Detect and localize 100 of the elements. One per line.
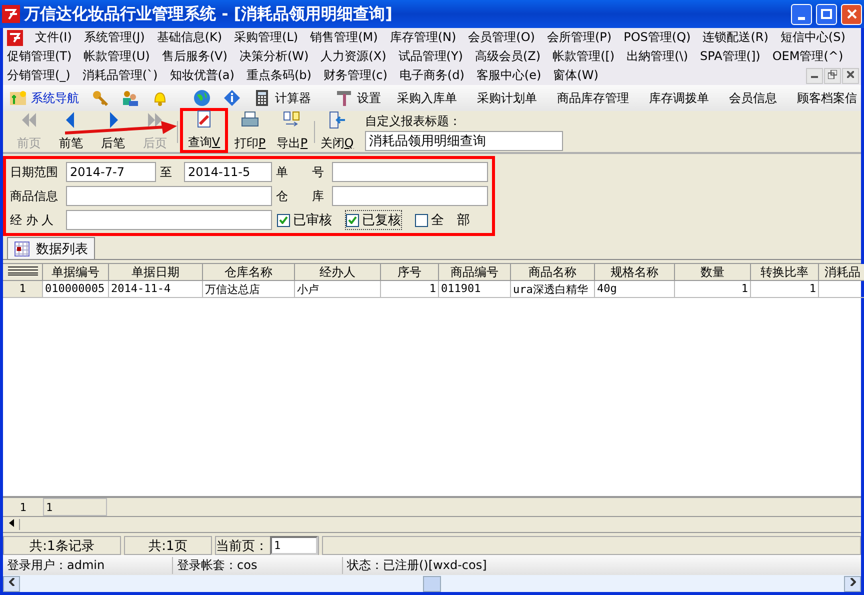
menu-item[interactable]: 帐款管理(U) xyxy=(84,48,150,65)
double-arrow-left-icon xyxy=(20,111,38,129)
menu-item[interactable]: 客服中心(e) xyxy=(476,67,542,84)
toolbar-button[interactable]: 打印P xyxy=(230,110,270,153)
menu-item[interactable]: 窗体(W) xyxy=(553,67,598,84)
checkbox[interactable] xyxy=(277,214,290,226)
field-label: 至 xyxy=(160,164,173,180)
toolbar-button[interactable]: 设置 xyxy=(335,89,381,107)
hammer-icon xyxy=(335,89,353,107)
menu-item[interactable]: SPA管理(]) xyxy=(700,48,760,65)
checkbox-label: 全 部 xyxy=(431,212,470,229)
table-cell: 2014-11-4 xyxy=(109,281,203,298)
toolbar-button[interactable]: 采购入库单 xyxy=(393,90,461,106)
globe-icon xyxy=(193,89,211,107)
close-button[interactable] xyxy=(842,68,859,84)
table-cell: 小卢 xyxy=(295,281,381,298)
column-header: 数量 xyxy=(675,264,751,281)
toolbar-button[interactable]: 计算器 xyxy=(253,89,311,107)
report-title-field[interactable]: 消耗品领用明细查询 xyxy=(365,130,563,150)
checkbox[interactable] xyxy=(346,214,359,226)
menu-item[interactable]: 连锁配送(R) xyxy=(702,29,768,46)
input-field[interactable]: 2014-11-5 xyxy=(184,162,272,182)
menu-item[interactable]: 高级会员(Z) xyxy=(474,48,541,65)
column-header: 转换比率 xyxy=(751,264,819,281)
toolbar-button[interactable]: 会员信息 xyxy=(725,90,781,106)
menu-item[interactable]: 系统管理(J) xyxy=(84,29,145,46)
checkbox[interactable] xyxy=(415,214,428,226)
logo-icon xyxy=(2,5,20,23)
field-label: 商品信息 xyxy=(10,188,59,204)
chevron-left-icon xyxy=(8,578,14,586)
toolbar-button[interactable]: 查询V xyxy=(184,109,224,152)
current-page-field[interactable]: 1 xyxy=(270,536,318,555)
menu-item[interactable]: 财务管理(c) xyxy=(323,67,388,84)
toolbar-button[interactable]: 后笔 xyxy=(93,110,133,153)
field-label: 日期范围 xyxy=(10,164,59,180)
menu-item[interactable]: 会员管理(O) xyxy=(468,29,535,46)
menu-item[interactable]: 分销管理(_) xyxy=(7,67,70,84)
field-label: 单 号 xyxy=(276,164,325,180)
scroll-left-button[interactable] xyxy=(3,576,20,592)
toolbar-button[interactable]: 库存调拨单 xyxy=(645,90,713,106)
tab[interactable]: 数据列表 xyxy=(7,237,95,259)
double-arrow-right-icon xyxy=(146,111,164,129)
menu-item[interactable]: 采购管理(L) xyxy=(234,29,298,46)
key-icon xyxy=(91,89,109,107)
status-text: 登录用户：admin xyxy=(3,556,173,574)
menu-item[interactable]: 销售管理(M) xyxy=(310,29,378,46)
scroll-right-button[interactable] xyxy=(844,576,861,592)
input-field[interactable] xyxy=(332,186,488,206)
input-field[interactable]: 2014-7-7 xyxy=(66,162,156,182)
info-button[interactable] xyxy=(223,89,241,107)
maximize-button[interactable] xyxy=(816,4,837,24)
column-header: 序号 xyxy=(381,264,439,281)
toolbar-button[interactable]: 前笔 xyxy=(51,110,91,153)
column-header: 商品名称 xyxy=(511,264,595,281)
menu-item[interactable]: OEM管理(^) xyxy=(772,48,844,65)
table-cell: 万信达总店 xyxy=(203,281,295,298)
toolbar-button[interactable]: 商品库存管理 xyxy=(553,90,633,106)
menu-item[interactable]: POS管理(Q) xyxy=(624,29,691,46)
menu-item[interactable]: 知妆优普(a) xyxy=(170,67,234,84)
checkbox-label: 已复核 xyxy=(362,212,401,229)
users-button[interactable] xyxy=(121,89,139,107)
menu-item[interactable]: 促销管理(T) xyxy=(7,48,72,65)
menu-item[interactable]: 文件(I) xyxy=(35,29,72,46)
toolbar-button[interactable]: 导出 P xyxy=(272,110,312,153)
toolbar-button[interactable]: 采购计划单 xyxy=(473,90,541,106)
menu-item[interactable]: 试品管理(Y) xyxy=(398,48,463,65)
restore-button[interactable] xyxy=(824,68,841,84)
column-header: 消耗品 xyxy=(819,264,864,281)
close-icon xyxy=(846,9,856,19)
scroll-thumb[interactable] xyxy=(423,576,441,592)
footer-cell: 1 xyxy=(43,498,107,516)
menu-item[interactable]: 电子商务(d) xyxy=(399,67,464,84)
key-button[interactable] xyxy=(91,89,109,107)
toolbar-button[interactable]: 系统导航 xyxy=(9,89,79,107)
menu-item[interactable]: 会所管理(P) xyxy=(546,29,612,46)
menu-item[interactable]: 库存管理(N) xyxy=(390,29,456,46)
input-field[interactable] xyxy=(332,162,488,182)
toolbar-button[interactable]: 顾客档案信 xyxy=(793,90,861,106)
menu-item[interactable]: 售后服务(V) xyxy=(162,48,228,65)
minimize-button[interactable] xyxy=(806,68,823,84)
users-icon xyxy=(121,89,139,107)
table-cell: 1 xyxy=(675,281,751,298)
close-icon xyxy=(847,71,854,78)
menu-item[interactable]: 重点条码(b) xyxy=(246,67,312,84)
globe-button[interactable] xyxy=(193,89,211,107)
menu-item[interactable]: 出納管理(\) xyxy=(626,48,688,65)
toolbar-button[interactable]: 关闭Q xyxy=(317,110,357,153)
menu-item[interactable]: 决策分析(W) xyxy=(239,48,309,65)
menu-item[interactable]: 短信中心(S) xyxy=(780,29,846,46)
input-field[interactable] xyxy=(66,186,272,206)
table-cell: 1 xyxy=(381,281,439,298)
menu-item[interactable]: 基础信息(K) xyxy=(156,29,222,46)
exit-door-icon xyxy=(328,111,346,129)
menu-item[interactable]: 帐款管理([) xyxy=(552,48,615,65)
menu-item[interactable]: 消耗品管理(`) xyxy=(82,67,158,84)
column-header: 单据日期 xyxy=(109,264,203,281)
input-field[interactable] xyxy=(66,210,272,230)
menu-item[interactable]: 人力资源(X) xyxy=(320,48,386,65)
report-title-label: 自定义报表标题： xyxy=(365,112,462,130)
record-count: 共:1条记录 xyxy=(3,536,121,555)
